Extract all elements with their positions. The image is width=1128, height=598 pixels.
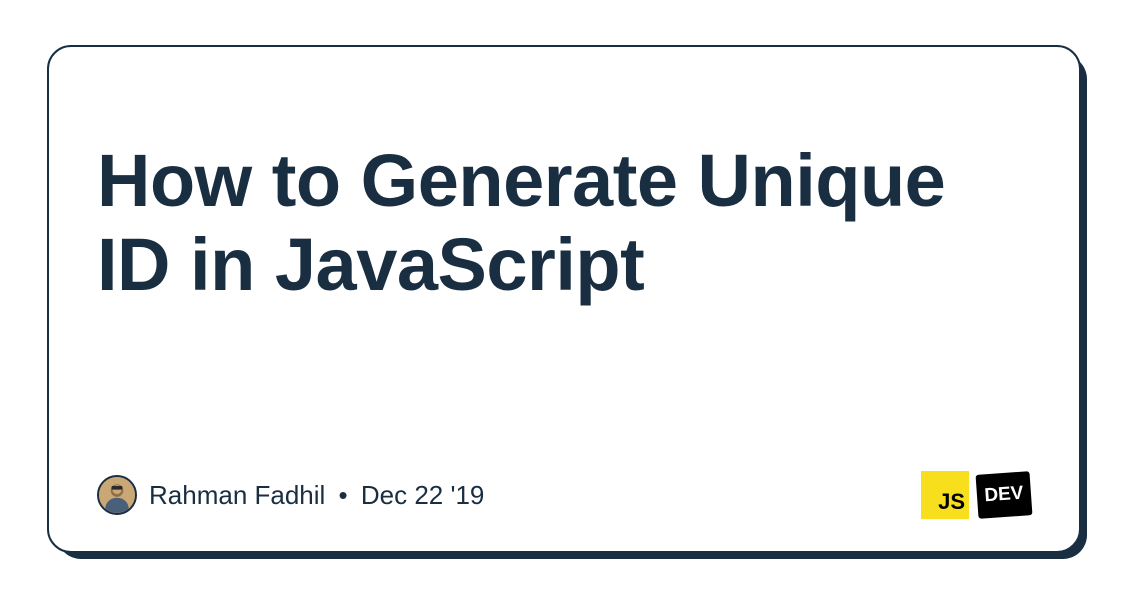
article-title: How to Generate Unique ID in JavaScript bbox=[97, 139, 1031, 306]
dev-badge-text: DEV bbox=[984, 483, 1025, 508]
author-avatar bbox=[97, 475, 137, 515]
byline-separator: • bbox=[339, 480, 348, 510]
dev-badge-icon: DEV bbox=[976, 471, 1033, 519]
card-footer: Rahman Fadhil • Dec 22 '19 JS DEV bbox=[97, 471, 1031, 519]
javascript-badge-icon: JS bbox=[921, 471, 969, 519]
author-byline: Rahman Fadhil • Dec 22 '19 bbox=[149, 480, 484, 511]
js-badge-text: JS bbox=[938, 489, 965, 515]
badge-row: JS DEV bbox=[921, 471, 1031, 519]
author-name: Rahman Fadhil bbox=[149, 480, 325, 510]
publish-date: Dec 22 '19 bbox=[361, 480, 485, 510]
article-card: How to Generate Unique ID in JavaScript … bbox=[47, 45, 1081, 553]
author-row: Rahman Fadhil • Dec 22 '19 bbox=[97, 475, 484, 515]
avatar-image bbox=[99, 477, 135, 513]
